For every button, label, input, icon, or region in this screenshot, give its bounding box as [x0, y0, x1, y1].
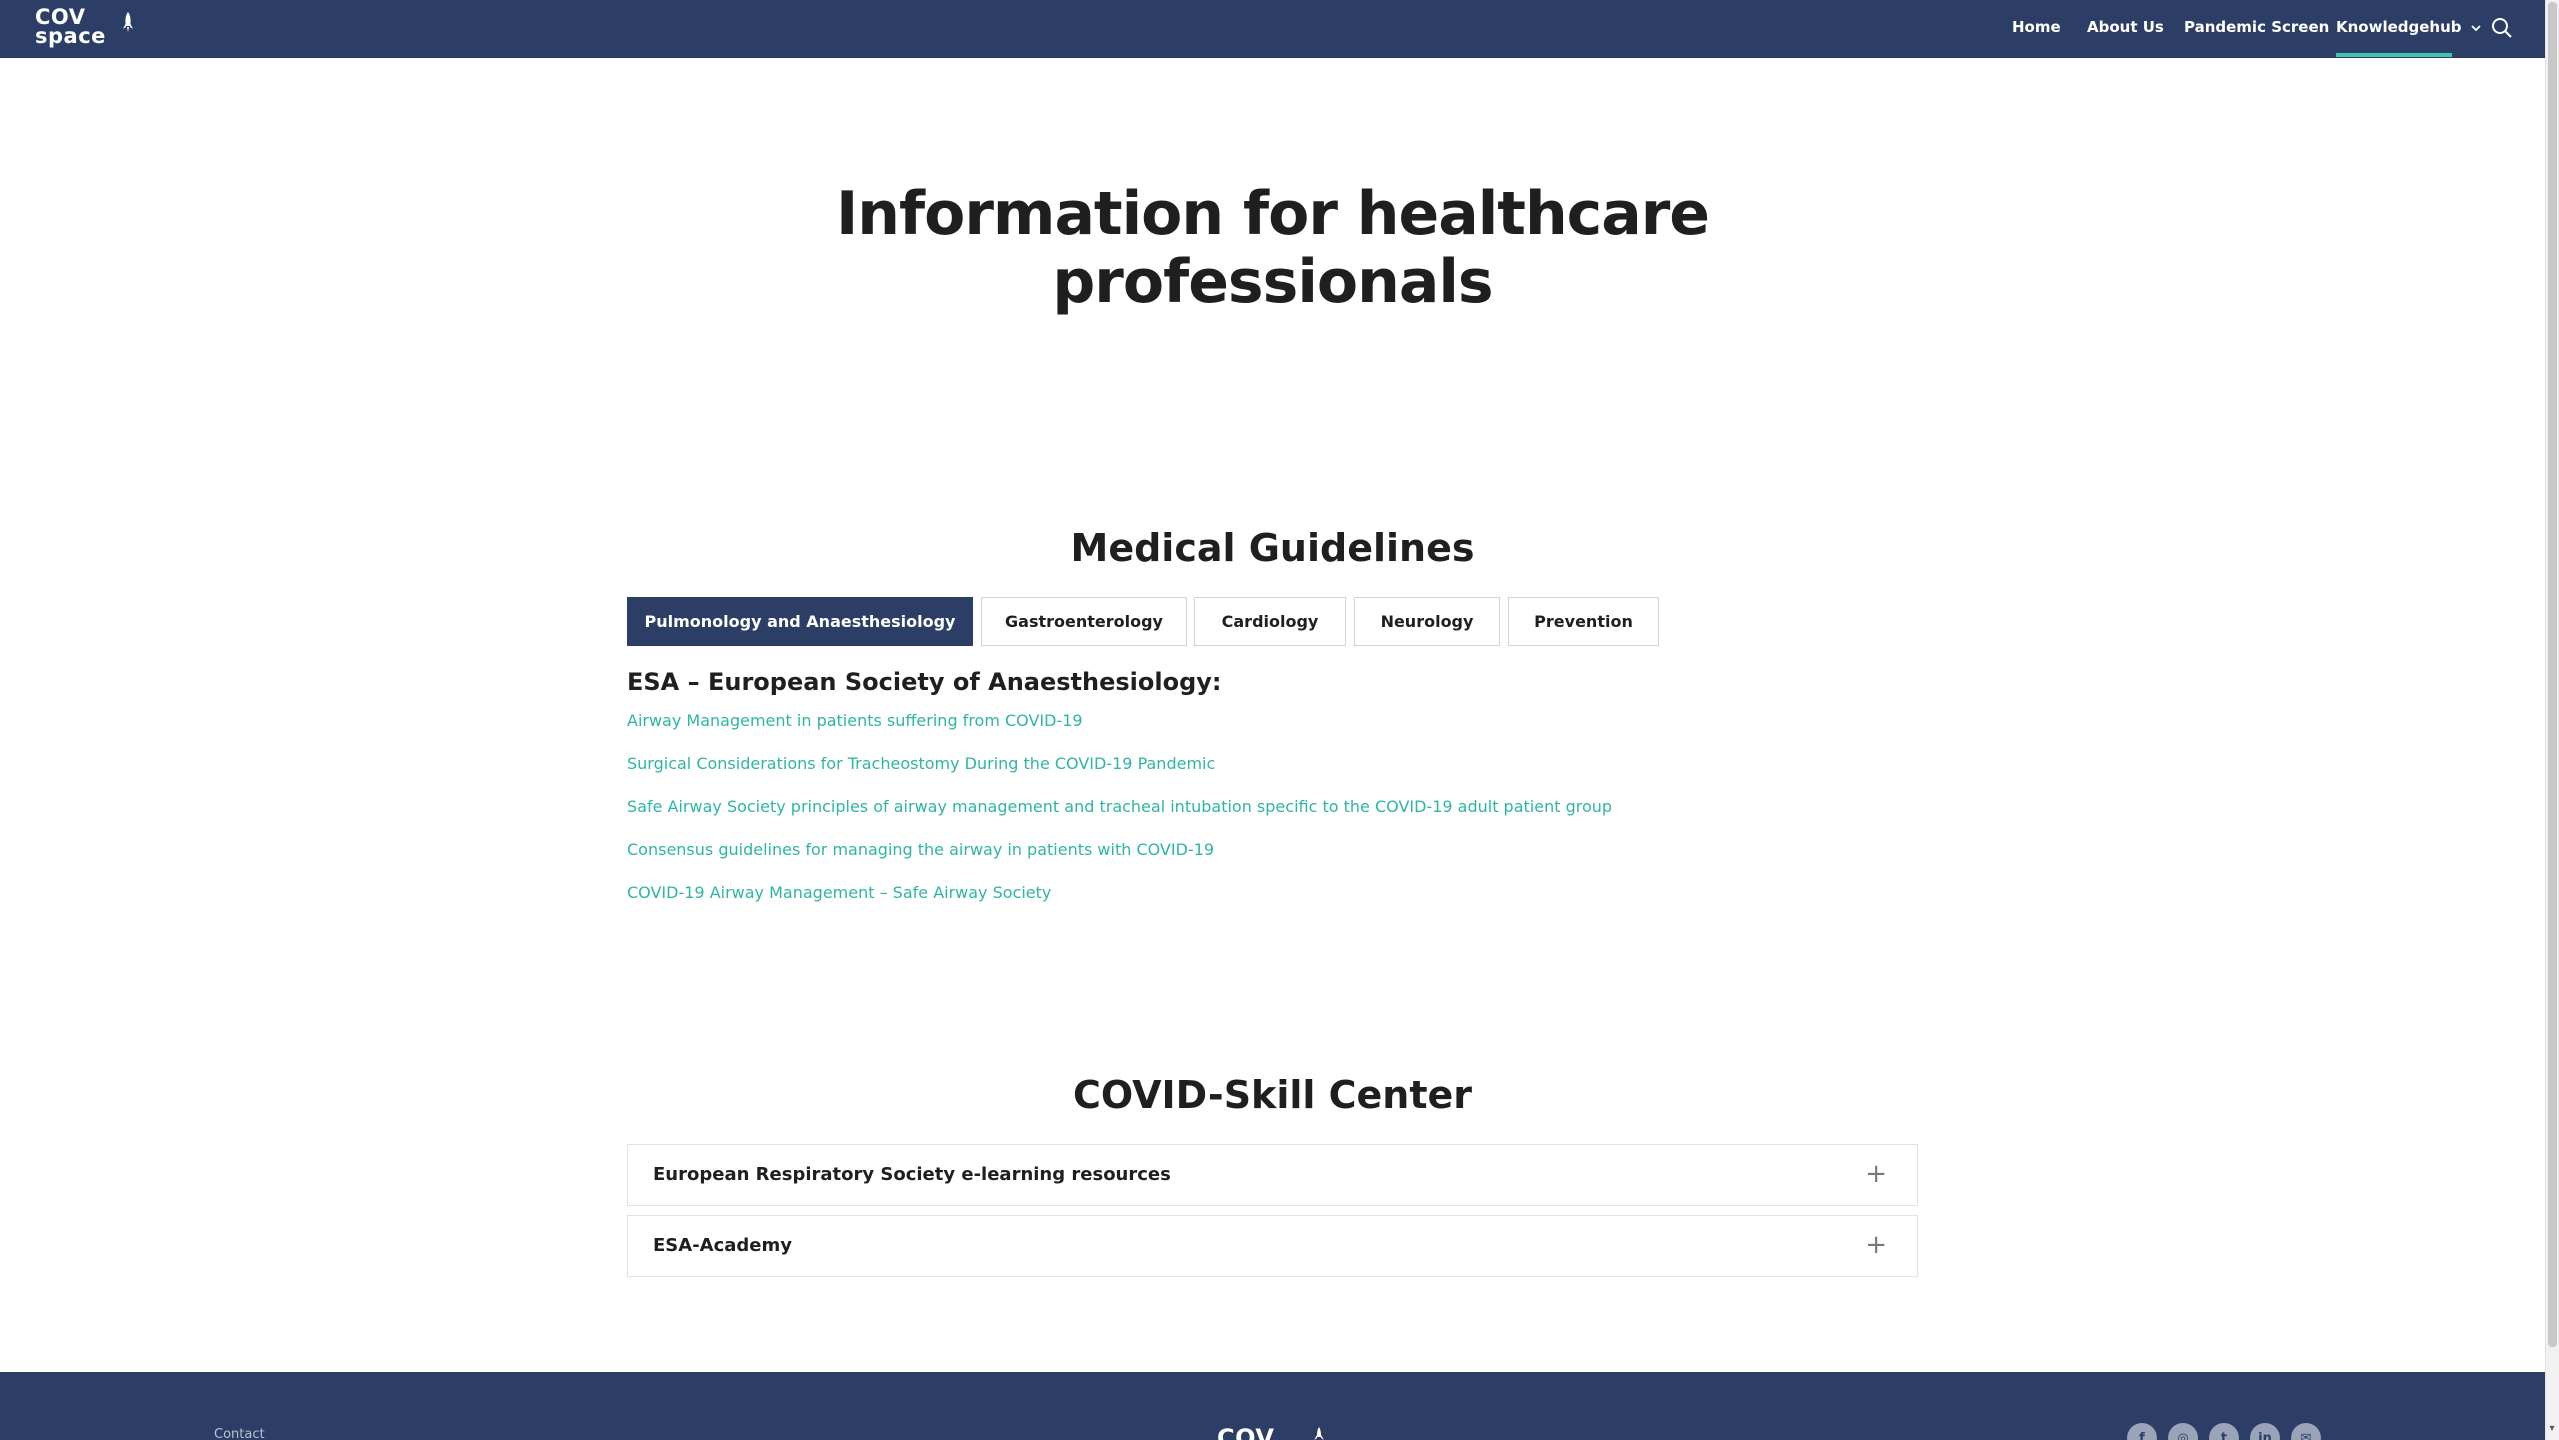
logo-text-space: space: [35, 24, 106, 48]
nav-knowledgehub-label: Knowledgehub: [2336, 18, 2462, 36]
medical-guidelines-title: Medical Guidelines: [1070, 526, 1475, 570]
tab-cardiology[interactable]: Cardiology: [1194, 597, 1346, 646]
guideline-link[interactable]: Airway Management in patients suffering …: [627, 711, 1083, 730]
top-navbar: COV space Home About Us Pandemic Screen …: [0, 0, 2545, 58]
esa-heading: ESA – European Society of Anaesthesiolog…: [627, 668, 1222, 696]
rocket-icon: [1314, 1427, 1324, 1440]
scrollbar-thumb[interactable]: [2548, 2, 2557, 1347]
plus-icon[interactable]: +: [1865, 1159, 1887, 1189]
tab-pulmonology-anaesthesiology[interactable]: Pulmonology and Anaesthesiology: [627, 597, 973, 646]
footer-logo[interactable]: COV: [1217, 1424, 1274, 1440]
chevron-down-icon: [2471, 24, 2481, 31]
page-title: Information for healthcare professionals: [780, 180, 1765, 316]
nav-about-us[interactable]: About Us: [2087, 18, 2164, 36]
accordion-label: European Respiratory Society e-learning …: [653, 1164, 1171, 1185]
tab-prevention[interactable]: Prevention: [1508, 597, 1659, 646]
guideline-link[interactable]: Safe Airway Society principles of airway…: [627, 797, 1612, 816]
guideline-link[interactable]: Consensus guidelines for managing the ai…: [627, 840, 1214, 859]
footer-contact-link[interactable]: Contact: [214, 1427, 265, 1440]
plus-icon[interactable]: +: [1865, 1230, 1887, 1260]
page-title-line1: Information for healthcare: [835, 179, 1710, 249]
scroll-down-arrow-icon[interactable]: ▾: [2547, 1424, 2557, 1434]
search-icon[interactable]: [2490, 16, 2514, 40]
nav-knowledgehub[interactable]: Knowledgehub: [2336, 18, 2481, 36]
guideline-link[interactable]: COVID-19 Airway Management – Safe Airway…: [627, 883, 1051, 902]
tab-gastroenterology[interactable]: Gastroenterology: [981, 597, 1187, 646]
tab-neurology[interactable]: Neurology: [1354, 597, 1500, 646]
active-nav-indicator: [2336, 53, 2452, 57]
nav-home[interactable]: Home: [2012, 18, 2061, 36]
rocket-icon: [123, 12, 133, 32]
nav-pandemic-screen[interactable]: Pandemic Screen: [2184, 18, 2329, 36]
accordion-item-esa-academy[interactable]: ESA-Academy +: [627, 1215, 1918, 1277]
accordion-item-ers-elearning[interactable]: European Respiratory Society e-learning …: [627, 1144, 1918, 1206]
site-logo[interactable]: COV space: [35, 7, 106, 48]
guideline-link[interactable]: Surgical Considerations for Tracheostomy…: [627, 754, 1215, 773]
skill-center-title: COVID-Skill Center: [1072, 1073, 1473, 1117]
accordion-label: ESA-Academy: [653, 1235, 792, 1256]
page-title-line2: professionals: [1052, 247, 1493, 317]
